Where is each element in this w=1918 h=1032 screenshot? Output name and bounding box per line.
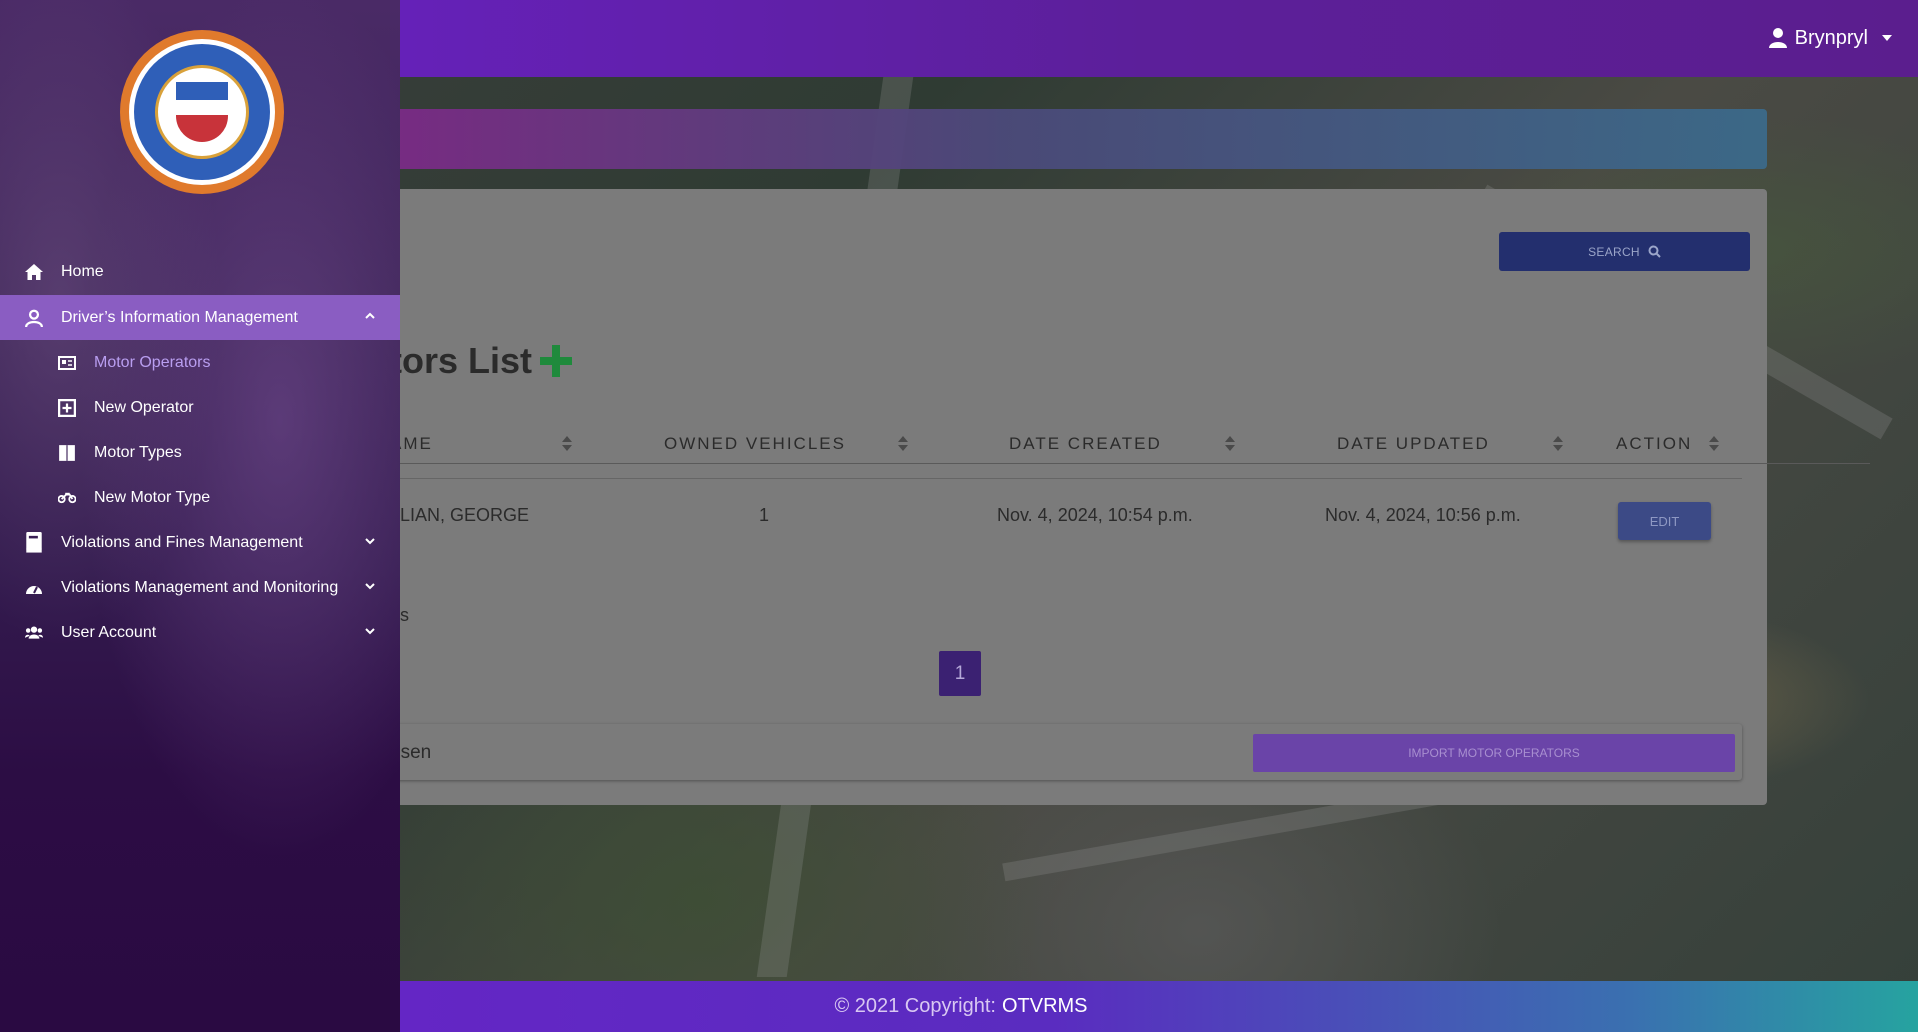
sidebar-subitem-motor-operators[interactable]: Motor Operators [0, 340, 400, 385]
sidebar-item-label: Violations and Fines Management [61, 533, 303, 551]
chevron-down-icon [365, 581, 375, 591]
motorcycle-icon [58, 489, 76, 507]
sort-icon[interactable] [1709, 436, 1719, 452]
sidebar-subitem-new-operator[interactable]: New Operator [0, 385, 400, 430]
pagination-page-1[interactable]: 1 [939, 651, 981, 696]
page-title: tors List [390, 336, 573, 386]
sidebar-subitem-label: Motor Operators [94, 353, 211, 371]
caret-down-icon [1882, 35, 1892, 41]
sidebar-subitem-motor-types[interactable]: Motor Types [0, 430, 400, 475]
table-header-divider [390, 478, 1742, 479]
add-operator-plus-icon[interactable] [540, 345, 573, 377]
search-input[interactable] [390, 463, 1870, 464]
footer-brand-link[interactable]: OTVRMS [1002, 995, 1088, 1018]
sidebar-item-label: Home [61, 262, 104, 280]
cell-name: LIAN, GEORGE [400, 504, 530, 525]
sidebar-item-drivers-information-management[interactable]: Driver’s Information Management [0, 295, 400, 340]
user-name: Brynpryl [1794, 26, 1868, 49]
edit-button[interactable]: EDIT [1618, 502, 1711, 540]
sort-icon[interactable] [562, 436, 572, 452]
user-menu-dropdown[interactable]: Brynpryl [1768, 24, 1892, 52]
sort-icon[interactable] [1553, 436, 1563, 452]
sidebar: Home Driver’s Information Management Mot… [0, 0, 400, 1032]
sidebar-item-label: Driver’s Information Management [61, 308, 298, 326]
footer-copyright: © 2021 Copyright: [834, 995, 996, 1017]
sidebar-item-violations-and-fines-management[interactable]: Violations and Fines Management [0, 520, 400, 565]
column-header-owned-vehicles[interactable]: OWNED VEHICLES [664, 432, 846, 456]
chevron-down-icon [365, 626, 375, 636]
cell-date-created: Nov. 4, 2024, 10:54 p.m. [997, 504, 1193, 525]
user-icon [25, 309, 43, 327]
sidebar-item-user-account[interactable]: User Account [0, 610, 400, 655]
gauge-icon [25, 579, 43, 597]
sidebar-subitem-label: New Operator [94, 398, 194, 416]
home-icon [25, 263, 43, 281]
cell-date-updated: Nov. 4, 2024, 10:56 p.m. [1325, 504, 1521, 525]
sidebar-item-label: Violations Management and Monitoring [61, 578, 339, 596]
user-icon [1768, 28, 1787, 48]
import-motor-operators-button[interactable]: IMPORT MOTOR OPERATORS [1253, 734, 1735, 772]
id-card-icon [58, 354, 76, 372]
chevron-down-icon [365, 536, 375, 546]
sidebar-item-violations-management-and-monitoring[interactable]: Violations Management and Monitoring [0, 565, 400, 610]
plus-square-icon [58, 398, 76, 417]
sidebar-subitem-new-motor-type[interactable]: New Motor Type [0, 475, 400, 520]
content-card [390, 189, 1870, 805]
search-button[interactable]: SEARCH [1499, 232, 1750, 271]
search-button-label: SEARCH [1588, 244, 1640, 259]
users-icon [25, 624, 43, 642]
column-header-date-created[interactable]: DATE CREATED [1009, 432, 1162, 456]
sidebar-item-home[interactable]: Home [0, 249, 400, 294]
south-cotabato-seal-logo [120, 30, 284, 194]
column-header-action[interactable]: ACTION [1616, 432, 1692, 456]
sidebar-item-label: User Account [61, 623, 157, 641]
sidebar-subitem-label: Motor Types [94, 443, 182, 461]
sort-icon[interactable] [898, 436, 908, 452]
column-header-date-updated[interactable]: DATE UPDATED [1337, 432, 1490, 456]
chevron-up-icon [365, 311, 375, 321]
page-banner [390, 109, 1767, 169]
search-icon [1648, 245, 1661, 258]
page-title-text: tors List [390, 340, 533, 381]
square-icon [58, 444, 76, 462]
book-icon [25, 532, 43, 553]
sidebar-subitem-label: New Motor Type [94, 488, 211, 506]
cell-owned-vehicles: 1 [759, 504, 770, 525]
sort-icon[interactable] [1225, 436, 1235, 452]
